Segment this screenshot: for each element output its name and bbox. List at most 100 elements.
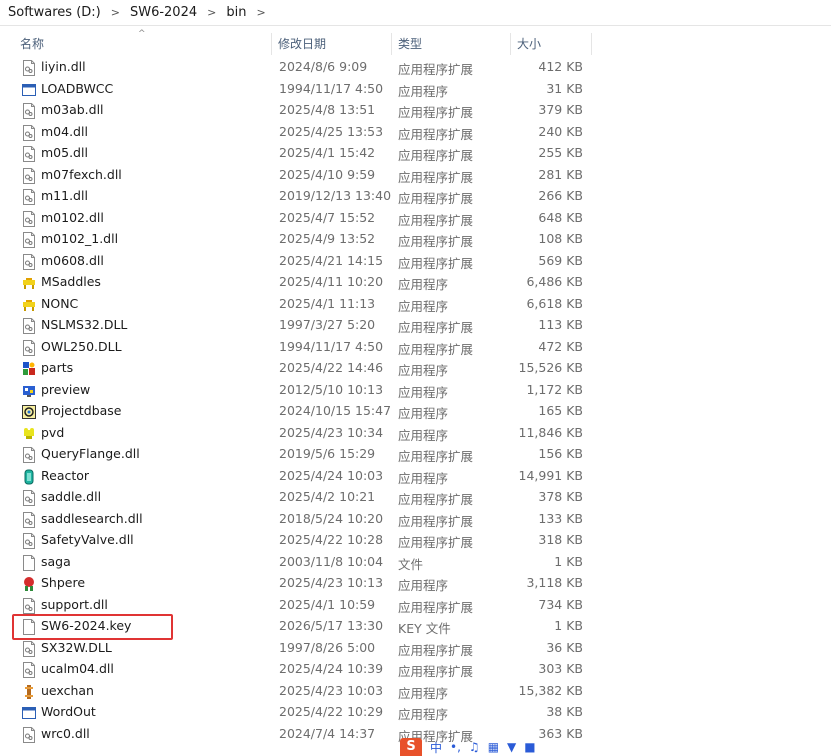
breadcrumb-folder-bin[interactable]: bin (226, 5, 246, 20)
file-row[interactable]: saddle.dll 2025/4/2 10:21 应用程序扩展 378 KB (0, 487, 600, 509)
sphere-app-icon (22, 576, 36, 592)
file-row[interactable]: NSLMS32.DLL 1997/3/27 5:20 应用程序扩展 113 KB (0, 315, 600, 337)
file-date-modified: 2025/4/25 13:53 (279, 123, 384, 139)
file-date-modified: 2025/4/23 10:13 (279, 575, 384, 590)
file-date-modified: 2024/7/4 14:37 (279, 725, 376, 741)
file-row[interactable]: MSaddles 2025/4/11 10:20 应用程序 6,486 KB (0, 272, 600, 294)
dll-icon (22, 124, 36, 141)
breadcrumb-folder-sw6[interactable]: SW6-2024 (130, 5, 197, 20)
file-row[interactable]: parts 2025/4/22 14:46 应用程序 15,526 KB (0, 358, 600, 380)
file-name: support.dll (41, 596, 108, 612)
file-date-modified: 2025/4/22 14:46 (279, 360, 384, 375)
file-row[interactable]: m03ab.dll 2025/4/8 13:51 应用程序扩展 379 KB (0, 100, 600, 122)
file-type: 应用程序扩展 (398, 599, 474, 615)
file-row[interactable]: m05.dll 2025/4/1 15:42 应用程序扩展 255 KB (0, 143, 600, 165)
file-size: 569 KB (538, 252, 583, 268)
chevron-right-icon[interactable]: > (256, 6, 265, 19)
file-name: m0102.dll (41, 209, 104, 225)
file-date-modified: 1994/11/17 4:50 (279, 338, 384, 354)
file-size: 3,118 KB (526, 575, 583, 590)
file-name: NSLMS32.DLL (41, 317, 128, 332)
dll-icon (22, 447, 36, 463)
dll-icon (22, 253, 36, 270)
file-row[interactable]: m11.dll 2019/12/13 13:40 应用程序扩展 266 KB (0, 186, 600, 208)
dll-icon (22, 490, 36, 506)
keyboard-icon[interactable]: ▦ (488, 740, 499, 754)
file-row[interactable]: m07fexch.dll 2025/4/10 9:59 应用程序扩展 281 KB (0, 165, 600, 187)
column-header-date[interactable]: 修改日期 (273, 33, 392, 55)
file-row[interactable]: saga 2003/11/8 10:04 文件 1 KB (0, 552, 600, 574)
file-row[interactable]: OWL250.DLL 1994/11/17 4:50 应用程序扩展 472 KB (0, 337, 600, 359)
dll-icon (22, 318, 36, 334)
file-row[interactable]: m0608.dll 2025/4/21 14:15 应用程序扩展 569 KB (0, 251, 600, 273)
file-row[interactable]: ucalm04.dll 2025/4/24 10:39 应用程序扩展 303 KB (0, 659, 600, 681)
toolbox-icon[interactable]: ■ (524, 740, 535, 754)
file-size: 156 KB (538, 446, 583, 461)
file-row[interactable]: SX32W.DLL 1997/8/26 5:00 应用程序扩展 36 KB (0, 638, 600, 660)
file-row[interactable]: preview 2012/5/10 10:13 应用程序 1,172 KB (0, 380, 600, 402)
saddle-app-icon (22, 297, 36, 313)
file-row[interactable]: NONC 2025/4/1 11:13 应用程序 6,618 KB (0, 294, 600, 316)
punctuation-icon[interactable]: •, (450, 740, 461, 754)
file-name: pvd (41, 424, 65, 440)
chevron-right-icon[interactable]: > (207, 6, 216, 19)
file-row[interactable]: liyin.dll 2024/8/6 9:09 应用程序扩展 412 KB (0, 57, 600, 79)
shirt-skin-icon[interactable]: ▼ (507, 740, 516, 754)
file-row[interactable]: m0102_1.dll 2025/4/9 13:52 应用程序扩展 108 KB (0, 229, 600, 251)
file-name: preview (41, 381, 91, 397)
file-name: Shpere (41, 575, 86, 590)
file-size: 15,382 KB (518, 682, 583, 698)
file-type: 应用程序扩展 (398, 148, 474, 163)
file-size: 108 KB (538, 231, 583, 246)
dll-icon (22, 533, 36, 549)
file-row[interactable]: WordOut 2025/4/22 10:29 应用程序 38 KB (0, 702, 600, 724)
file-row[interactable]: m0102.dll 2025/4/7 15:52 应用程序扩展 648 KB (0, 208, 600, 230)
file-row[interactable]: support.dll 2025/4/1 10:59 应用程序扩展 734 KB (0, 595, 600, 617)
breadcrumb: Softwares (D:) > SW6-2024 > bin > (0, 0, 831, 26)
exe-window-icon (22, 705, 36, 721)
file-name: m11.dll (41, 188, 88, 203)
file-row[interactable]: saddlesearch.dll 2018/5/24 10:20 应用程序扩展 133… (0, 509, 600, 531)
breadcrumb-drive[interactable]: Softwares (D:) (8, 5, 101, 20)
file-size: 11,846 KB (518, 424, 583, 440)
file-row[interactable]: Shpere 2025/4/23 10:13 应用程序 3,118 KB (0, 573, 600, 595)
file-date-modified: 2019/12/13 13:40 (279, 188, 392, 203)
file-name: ucalm04.dll (41, 661, 114, 676)
file-type: 应用程序扩展 (398, 449, 474, 464)
file-row[interactable]: pvd 2025/4/23 10:34 应用程序 11,846 KB (0, 423, 600, 445)
column-header-name[interactable]: 名称 (15, 33, 272, 55)
column-header-size[interactable]: 大小 (512, 33, 592, 55)
file-type: 应用程序扩展 (398, 126, 474, 142)
chevron-right-icon[interactable]: > (111, 6, 120, 19)
file-size: 6,618 KB (526, 295, 583, 311)
file-size: 1,172 KB (526, 381, 583, 397)
dll-icon (22, 339, 36, 356)
file-name: liyin.dll (41, 59, 86, 74)
file-size: 379 KB (538, 102, 583, 117)
file-size: 6,486 KB (526, 274, 583, 289)
microphone-icon[interactable]: ♫ (469, 740, 480, 754)
file-row[interactable]: SafetyValve.dll 2025/4/22 10:28 应用程序扩展 318 … (0, 530, 600, 552)
file-type: 文件 (398, 556, 424, 572)
sogou-logo-icon[interactable]: S (400, 738, 422, 756)
file-row[interactable]: LOADBWCC 1994/11/17 4:50 应用程序 31 KB (0, 79, 600, 101)
file-row[interactable]: uexchan 2025/4/23 10:03 应用程序 15,382 KB (0, 681, 600, 703)
column-header-type[interactable]: 类型 (393, 33, 511, 55)
file-row[interactable]: Reactor 2025/4/24 10:03 应用程序 14,991 KB (0, 466, 600, 488)
file-date-modified: 2025/4/10 9:59 (279, 166, 376, 182)
file-row[interactable]: m04.dll 2025/4/25 13:53 应用程序扩展 240 KB (0, 122, 600, 144)
file-type: 应用程序扩展 (398, 642, 474, 658)
file-row[interactable]: Projectdbase 2024/10/15 15:47 应用程序 165 KB (0, 401, 600, 423)
file-type: 应用程序扩展 (398, 513, 474, 529)
saddle-app-icon (22, 275, 36, 291)
file-name: m05.dll (41, 145, 88, 160)
file-type: 应用程序扩展 (398, 255, 474, 271)
file-type: 应用程序扩展 (398, 234, 474, 249)
file-size: 266 KB (538, 188, 583, 203)
dll-icon (22, 103, 36, 119)
dll-icon (22, 511, 36, 528)
file-date-modified: 2012/5/10 10:13 (279, 381, 384, 397)
file-type: 应用程序 (398, 363, 449, 378)
ime-mode-toggle[interactable]: 中 (430, 739, 442, 756)
file-row[interactable]: QueryFlange.dll 2019/5/6 15:29 应用程序扩展 156 K… (0, 444, 600, 466)
